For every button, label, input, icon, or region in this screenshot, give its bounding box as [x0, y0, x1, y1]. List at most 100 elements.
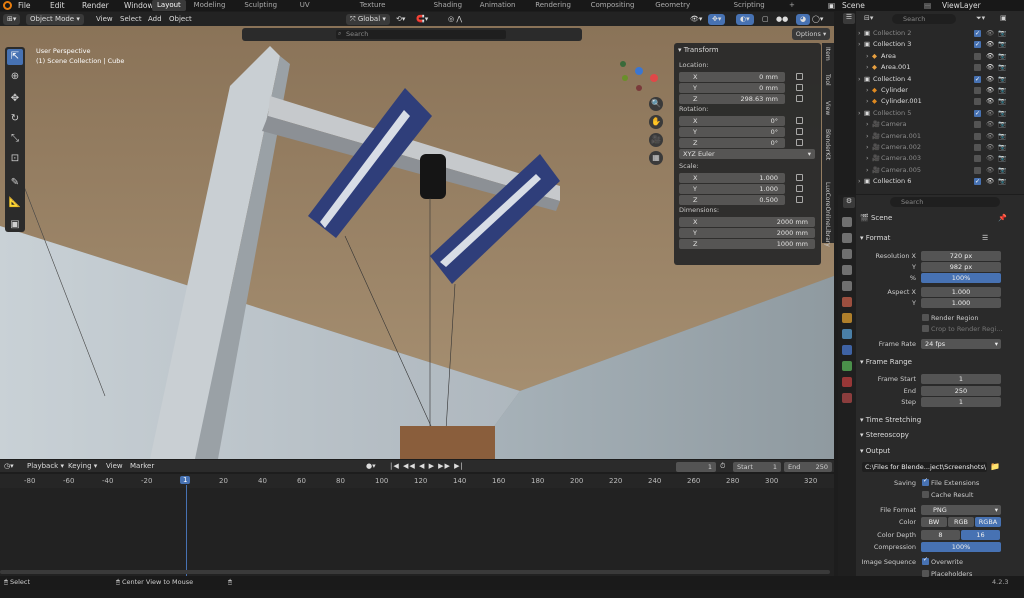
object-tab-icon[interactable] [842, 313, 852, 323]
measure-tool-icon[interactable]: 📐 [7, 195, 23, 211]
eye-icon[interactable]: 👁 [986, 176, 994, 187]
outliner-row[interactable]: › 🎥 Camera.005 👁 📷 [856, 165, 1024, 176]
move-tool-icon[interactable]: ✥ [7, 91, 23, 107]
tab-layout[interactable]: Layout [152, 0, 186, 11]
ntab-blenderkit[interactable]: BlenderKit [824, 129, 831, 160]
folder-icon[interactable]: 📁 [990, 462, 1000, 471]
scale-lock-icon[interactable] [796, 174, 803, 181]
viewport-search-input[interactable]: Search [336, 30, 506, 39]
add-cube-tool-icon[interactable]: ▣ [7, 217, 23, 233]
timeline-editor-icon[interactable]: ◷▾ [4, 461, 14, 472]
tab-sculpting[interactable]: Sculpting [244, 0, 277, 11]
view-layer-icon[interactable]: ▤ [924, 0, 931, 11]
eye-icon[interactable]: 👁 [986, 28, 994, 39]
outliner-row[interactable]: ›▣Collection 4 👁 📷 [856, 74, 1024, 85]
frame-range-section[interactable]: ▾ Frame Range [860, 358, 912, 366]
expand-arrow-icon[interactable]: › [866, 85, 869, 96]
exclude-checkbox[interactable] [974, 74, 981, 85]
camera-icon[interactable]: 📷 [998, 39, 1006, 50]
timeline-scrollbar[interactable] [0, 570, 830, 574]
select-box-tool-icon[interactable]: ⇱ [7, 49, 23, 65]
options-dropdown[interactable]: Options ▾ [792, 28, 830, 40]
outliner-row[interactable]: › ◆ Cylinder.001 👁 📷 [856, 96, 1024, 107]
tab-texture-paint[interactable]: Texture Paint [360, 0, 386, 20]
outliner-row[interactable]: ›▣Collection 3 👁 📷 [856, 39, 1024, 50]
scale-x-field[interactable]: X 1.000 [679, 173, 785, 183]
scale-lock-icon[interactable] [796, 185, 803, 192]
camera-icon[interactable]: 📷 [998, 119, 1006, 130]
outliner-row[interactable]: › 🎥 Camera.002 👁 📷 [856, 142, 1024, 153]
shading-solid-icon[interactable]: ●● [776, 14, 788, 25]
particles-tab-icon[interactable] [842, 345, 852, 355]
rotation-mode-dropdown[interactable]: XYZ Euler ▾ [679, 149, 815, 159]
resolution-x-field[interactable]: 720 px [921, 251, 1001, 261]
eye-icon[interactable]: 👁 [986, 51, 994, 62]
visibility-icon[interactable]: 👁▾ [690, 14, 702, 25]
ortho-grid-icon[interactable]: ▦ [649, 151, 663, 165]
scale-tool-icon[interactable]: ⤡ [7, 131, 23, 147]
record-icon[interactable]: ●▾ [366, 461, 376, 472]
scale-y-field[interactable]: Y 1.000 [679, 184, 785, 194]
rotation-z-field[interactable]: Z 0° [679, 138, 785, 148]
outliner-row[interactable]: › 🎥 Camera 👁 📷 [856, 119, 1024, 130]
view-layer-tab-icon[interactable] [842, 265, 852, 275]
file-format-dropdown[interactable]: PNG ▾ [921, 505, 1001, 515]
editor-type-icon[interactable]: ⊞▾ [3, 14, 21, 25]
dimensions-y-field[interactable]: Y 2000 mm [679, 228, 815, 238]
outliner-row[interactable]: › 🎥 Camera.001 👁 📷 [856, 131, 1024, 142]
expand-arrow-icon[interactable]: › [858, 74, 861, 85]
tab-scripting[interactable]: Scripting [734, 0, 765, 11]
timeline-area[interactable] [0, 488, 834, 576]
playhead[interactable] [186, 485, 187, 576]
outliner-search-input[interactable]: Search [892, 14, 956, 24]
filter-icon[interactable]: ⏷▾ [976, 14, 985, 23]
tab-animation[interactable]: Animation [480, 0, 516, 11]
overwrite-checkbox[interactable] [922, 556, 929, 565]
stopwatch-icon[interactable]: ⏱ [720, 461, 725, 472]
shading-material-icon[interactable]: ◕ [796, 14, 811, 25]
exclude-checkbox[interactable] [974, 28, 981, 39]
crop-to-region-checkbox[interactable] [922, 325, 929, 332]
expand-arrow-icon[interactable]: › [866, 51, 869, 62]
tab-geometry-nodes[interactable]: Geometry Nodes [655, 0, 690, 20]
camera-icon[interactable]: 📷 [998, 96, 1006, 107]
ntab-luxcoreonlinelibrary[interactable]: LuxCoreOnlineLibrary [824, 182, 831, 247]
dimensions-x-field[interactable]: X 2000 mm [679, 217, 815, 227]
render-region-checkbox[interactable] [922, 314, 929, 321]
expand-arrow-icon[interactable]: › [866, 153, 869, 164]
pivot-icon[interactable]: ⟲▾ [396, 14, 405, 25]
outliner-filter-icon[interactable]: ⊟▾ [864, 14, 873, 22]
exclude-checkbox[interactable] [974, 121, 981, 129]
menu-edit[interactable]: Edit [50, 0, 65, 11]
cursor-tool-icon[interactable]: ⊕ [7, 69, 23, 85]
exclude-checkbox[interactable] [974, 87, 981, 94]
playback-menu[interactable]: Playback ▾ [27, 461, 64, 472]
marker-menu[interactable]: Marker [130, 461, 154, 472]
exclude-checkbox[interactable] [974, 64, 981, 72]
scene-selector-icon[interactable]: ▣ [828, 0, 835, 11]
location-z-field[interactable]: Z 298.63 mm [679, 94, 785, 104]
menu-file[interactable]: File [18, 0, 31, 11]
xray-icon[interactable]: ▢ [762, 14, 769, 25]
gizmo-toggle-icon[interactable]: ✥▾ [708, 14, 726, 25]
eye-icon[interactable]: 👁 [986, 62, 994, 73]
tab-shading[interactable]: Shading [434, 0, 462, 11]
expand-arrow-icon[interactable]: › [866, 62, 869, 73]
start-frame-field[interactable]: Start 1 [733, 462, 781, 472]
exclude-checkbox[interactable] [974, 98, 981, 106]
exclude-checkbox[interactable] [974, 39, 981, 50]
output-section[interactable]: ▾ Output [860, 447, 890, 455]
presets-icon[interactable]: ☰ [982, 234, 988, 242]
exclude-checkbox[interactable] [974, 166, 981, 174]
view-layer-name[interactable]: ViewLayer [942, 0, 981, 11]
output-path-field[interactable]: C:\Files for Blende...ject\Screenshots\ [862, 462, 987, 472]
scene-name[interactable]: Scene [842, 0, 865, 11]
select-menu[interactable]: Select [120, 14, 142, 25]
eye-icon[interactable]: 👁 [986, 165, 994, 176]
aspect-x-field[interactable]: 1.000 [921, 287, 1001, 297]
expand-arrow-icon[interactable]: › [866, 119, 869, 130]
outliner-row[interactable]: › ◆ Area.001 👁 📷 [856, 62, 1024, 73]
location-lock-icon[interactable] [796, 73, 803, 80]
eye-icon[interactable]: 👁 [986, 153, 994, 164]
rotation-lock-icon[interactable] [796, 117, 803, 124]
